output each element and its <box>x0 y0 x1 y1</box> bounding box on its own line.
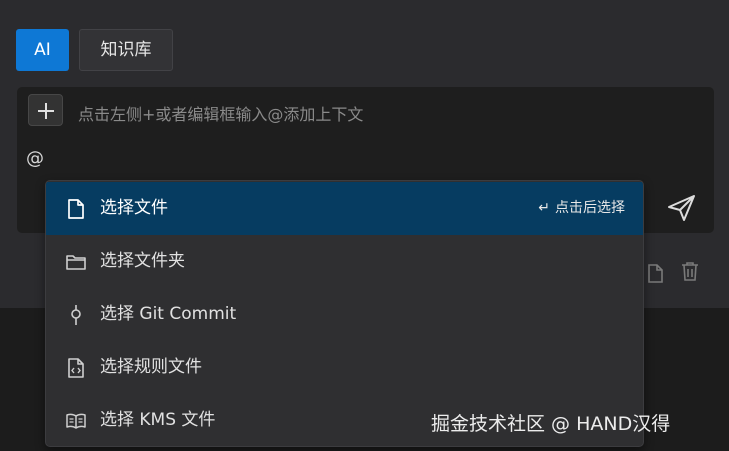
tab-knowledge-base[interactable]: 知识库 <box>79 29 173 71</box>
trash-icon[interactable] <box>681 261 699 282</box>
book-icon <box>66 413 86 429</box>
add-context-button[interactable] <box>28 94 63 126</box>
input-text[interactable]: @ <box>26 148 44 169</box>
send-icon[interactable] <box>667 194 697 222</box>
menu-item-label: 选择 Git Commit <box>100 304 237 324</box>
menu-item-label: 选择规则文件 <box>100 357 202 377</box>
enter-hint: ↵ 点击后选择 <box>538 182 625 235</box>
menu-item-label: 选择文件 <box>100 198 168 218</box>
watermark: 掘金技术社区 @ HAND汉得 <box>431 413 671 435</box>
menu-item-select-file[interactable]: 选择文件 ↵ 点击后选择 <box>46 182 643 235</box>
git-commit-icon <box>71 305 81 325</box>
hint-text: 点击后选择 <box>555 200 625 216</box>
tab-ai[interactable]: AI <box>16 29 69 71</box>
menu-item-select-rule-file[interactable]: 选择规则文件 <box>46 341 643 394</box>
input-placeholder: 点击左侧+或者编辑框输入@添加上下文 <box>78 105 364 124</box>
plus-icon <box>38 103 54 119</box>
context-menu: 选择文件 ↵ 点击后选择 选择文件夹 选择 Git Commit 选择规则文件 选… <box>45 180 644 447</box>
menu-item-select-git-commit[interactable]: 选择 Git Commit <box>46 288 643 341</box>
copy-icon[interactable] <box>644 262 664 284</box>
file-icon <box>68 199 84 219</box>
menu-item-label: 选择文件夹 <box>100 251 185 271</box>
code-file-icon <box>68 358 84 378</box>
menu-item-select-folder[interactable]: 选择文件夹 <box>46 235 643 288</box>
menu-item-label: 选择 KMS 文件 <box>100 410 216 430</box>
folder-icon <box>66 255 86 270</box>
enter-icon: ↵ <box>538 200 550 216</box>
